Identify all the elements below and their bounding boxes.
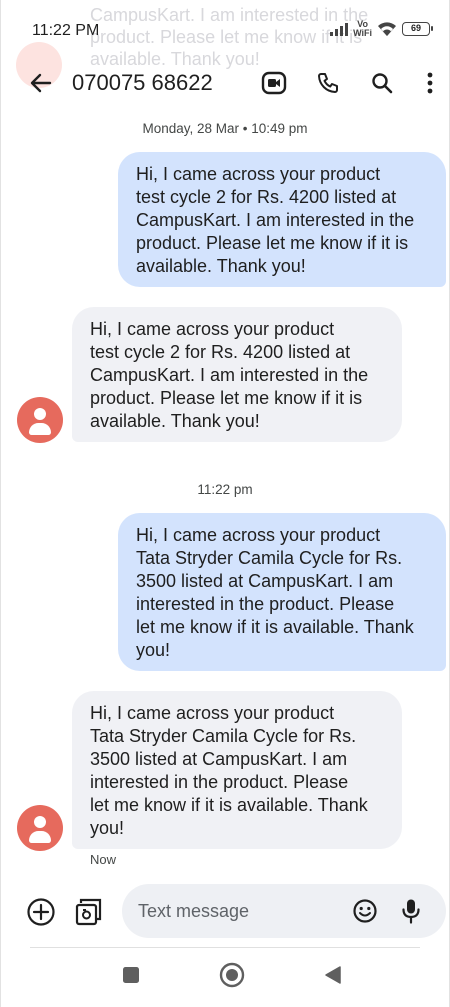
wifi-icon (378, 22, 396, 36)
gallery-button[interactable] (72, 895, 106, 929)
date-separator: Monday, 28 Mar • 10:49 pm (142, 121, 308, 136)
home-circle-icon (219, 962, 245, 988)
gallery-icon (75, 898, 102, 926)
status-icons: Vo WiFi 69 (330, 20, 433, 38)
outgoing-message-bubble[interactable]: Hi, I came across your product Tata Stry… (118, 513, 446, 671)
status-bar: CampusKart. I am interested in the produ… (0, 0, 450, 88)
recents-square-icon (123, 967, 139, 983)
back-button[interactable] (26, 68, 56, 98)
avatar-person-icon-head (34, 816, 46, 828)
mic-icon (402, 899, 420, 924)
incoming-message-bubble[interactable]: Hi, I came across your product Tata Stry… (72, 691, 402, 849)
recents-button[interactable] (116, 960, 146, 990)
home-button[interactable] (215, 958, 249, 992)
time-separator: 11:22 pm (197, 482, 253, 497)
contact-avatar[interactable] (17, 397, 63, 443)
emoji-button[interactable] (350, 896, 380, 926)
incoming-message-bubble[interactable]: Hi, I came across your product test cycl… (72, 307, 402, 442)
contact-name[interactable]: 070075 68622 (72, 70, 213, 96)
video-call-button[interactable] (258, 68, 290, 98)
text-message-input[interactable] (138, 884, 338, 938)
status-time: 11:22 PM (32, 22, 100, 39)
call-button[interactable] (313, 68, 343, 98)
attach-button[interactable] (24, 895, 58, 929)
video-call-icon (261, 71, 287, 95)
vowifi-line2: WiFi (353, 28, 372, 38)
more-vert-icon (427, 72, 433, 94)
message-status: Now (90, 852, 117, 867)
back-arrow-icon (30, 73, 52, 93)
emoji-icon (353, 899, 377, 923)
outgoing-message-bubble[interactable]: Hi, I came across your product test cycl… (118, 152, 446, 287)
composer-divider (30, 947, 420, 948)
battery-icon: 69 (402, 22, 433, 36)
contact-avatar[interactable] (17, 805, 63, 851)
phone-icon (318, 73, 338, 93)
more-options-button[interactable] (418, 68, 442, 98)
message-composer[interactable] (122, 884, 446, 938)
avatar-person-icon-body (29, 423, 51, 435)
back-triangle-icon (325, 966, 341, 984)
search-icon (372, 73, 393, 94)
avatar-person-icon-head (34, 408, 46, 420)
add-circle-icon (27, 898, 55, 926)
avatar-person-icon-body (29, 831, 51, 843)
search-button[interactable] (367, 68, 397, 98)
system-back-button[interactable] (318, 960, 348, 990)
signal-icon (330, 22, 349, 36)
vowifi-icon: Vo WiFi (353, 20, 372, 38)
voice-input-button[interactable] (398, 896, 424, 926)
